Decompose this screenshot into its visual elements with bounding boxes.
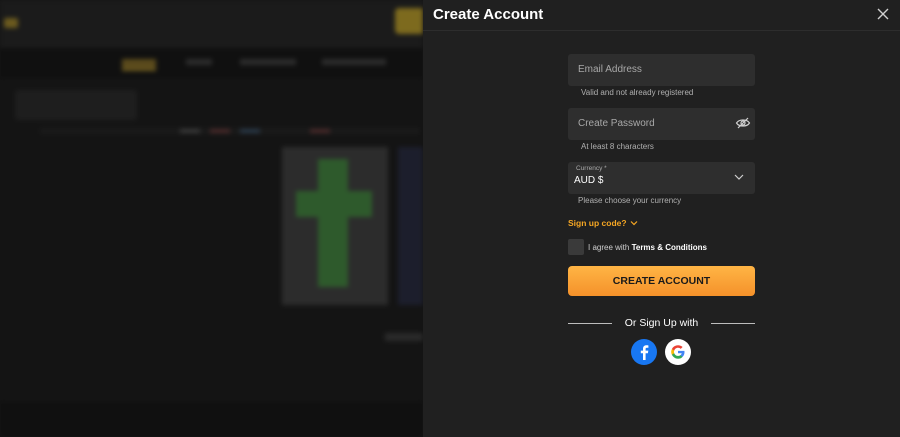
email-hint: Valid and not already registered	[581, 88, 694, 97]
terms-agreement: I agree with Terms & Conditions	[588, 243, 707, 252]
background-nav	[0, 48, 423, 78]
background-search	[15, 90, 137, 120]
background-footer	[0, 402, 423, 437]
background-text	[385, 333, 423, 341]
eye-off-icon	[735, 117, 751, 129]
background-nav-item	[240, 59, 296, 65]
currency-select[interactable]: Currency * AUD $	[568, 162, 755, 194]
background-page	[0, 0, 423, 437]
background-topbar	[0, 0, 423, 48]
background-strip	[40, 128, 420, 134]
currency-hint: Please choose your currency	[578, 196, 682, 205]
currency-value: AUD $	[574, 175, 604, 186]
terms-checkbox[interactable]	[568, 239, 584, 255]
google-signup-button[interactable]	[665, 339, 691, 365]
google-icon	[671, 345, 685, 359]
signup-code-label: Sign up code?	[568, 218, 627, 228]
create-account-panel: Create Account Email Address Valid and n…	[423, 0, 900, 437]
currency-label: Currency *	[576, 165, 607, 172]
password-hint: At least 8 characters	[581, 142, 654, 151]
background-nav-item	[122, 59, 156, 71]
facebook-icon	[640, 345, 649, 360]
close-icon	[877, 8, 889, 20]
facebook-signup-button[interactable]	[631, 339, 657, 365]
signup-code-toggle[interactable]: Sign up code?	[568, 218, 638, 228]
terms-link[interactable]: Terms & Conditions	[632, 243, 707, 252]
background-nav-item	[322, 59, 386, 65]
close-button[interactable]	[874, 5, 892, 23]
email-field[interactable]: Email Address	[568, 54, 755, 86]
panel-header: Create Account	[423, 0, 900, 31]
menu-icon	[4, 18, 18, 28]
chevron-down-icon	[734, 174, 744, 180]
panel-title: Create Account	[433, 6, 544, 23]
background-game-card	[398, 147, 423, 305]
password-placeholder: Create Password	[578, 118, 655, 129]
password-field[interactable]: Create Password	[568, 108, 755, 140]
toggle-password-visibility[interactable]	[735, 115, 751, 131]
site-logo	[395, 8, 423, 34]
create-account-button[interactable]: CREATE ACCOUNT	[568, 266, 755, 296]
chevron-down-icon	[630, 221, 637, 226]
terms-prefix: I agree with	[588, 243, 632, 252]
background-game-card	[282, 147, 388, 305]
email-placeholder: Email Address	[578, 64, 642, 75]
divider-right	[711, 323, 755, 324]
background-nav-item	[186, 59, 212, 65]
